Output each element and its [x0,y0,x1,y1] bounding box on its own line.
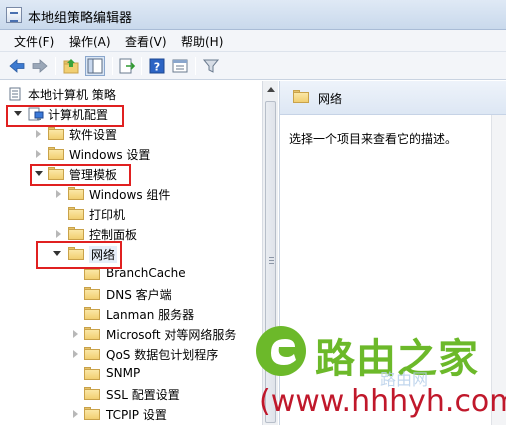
gpedit-app-icon [6,7,22,23]
menu-file[interactable]: 文件(F) [14,33,54,50]
forward-icon[interactable] [31,57,49,75]
menu-bar: 文件(F) 操作(A) 查看(V) 帮助(H) [0,30,506,52]
collapsed-arrow-icon[interactable] [36,129,44,139]
folder-icon [84,387,100,400]
watermark-logo [253,323,309,379]
back-icon[interactable] [8,57,26,75]
watermark: 路由之家 路由网 (www.hhhyh.com) [245,318,506,425]
highlight-box-network [36,241,122,269]
details-description: 选择一个项目来查看它的描述。 [289,132,458,146]
details-header: 网络 [280,81,506,115]
properties-icon[interactable] [171,57,189,75]
toolbar: ? [0,52,506,80]
collapsed-arrow-icon[interactable] [36,149,44,159]
collapsed-arrow-icon[interactable] [73,349,81,359]
tree-label: 软件设置 [69,128,118,142]
menu-view[interactable]: 查看(V) [125,33,167,50]
collapsed-arrow-icon[interactable] [56,229,64,239]
export-list-icon[interactable] [118,57,136,75]
toolbar-separator [195,57,196,75]
window-title: 本地组策略编辑器 [28,11,133,26]
title-bar: 本地组策略编辑器 [0,0,506,30]
tree-label: DNS 客户端 [106,288,172,302]
collapsed-arrow-icon[interactable] [56,189,64,199]
svg-text:?: ? [154,61,160,74]
toolbar-separator [112,57,113,75]
scroll-up-arrow-icon[interactable] [267,87,275,92]
tree-label: 打印机 [89,208,126,222]
show-hide-tree-icon[interactable] [85,56,105,76]
folder-icon [68,187,84,200]
up-folder-icon[interactable] [62,57,80,75]
tree-label: TCPIP 设置 [106,408,167,422]
tree-pane: 本地计算机 策略 计算机配置 软件设置 Windows 设置 管理模板 Wind… [0,81,262,425]
folder-icon [84,287,100,300]
tree-label: QoS 数据包计划程序 [106,348,219,362]
collapsed-arrow-icon[interactable] [73,409,81,419]
policy-computer-icon [9,87,23,101]
watermark-url: (www.hhhyh.com) [259,384,506,419]
tree-label: Windows 组件 [89,188,171,202]
filter-icon[interactable] [202,57,220,75]
tree-label: Microsoft 对等网络服务 [106,328,237,342]
tree-label: Windows 设置 [69,148,151,162]
collapsed-arrow-icon[interactable] [73,329,81,339]
folder-icon [84,327,100,340]
tree-label: SSL 配置设置 [106,388,180,402]
folder-icon [48,147,64,160]
tree-label: 本地计算机 策略 [28,88,116,102]
toolbar-separator [141,57,142,75]
help-icon[interactable]: ? [148,57,166,75]
folder-icon [84,367,100,380]
toolbar-separator [55,57,56,75]
details-header-title: 网络 [318,92,343,106]
folder-icon [68,227,84,240]
menu-help[interactable]: 帮助(H) [181,33,223,50]
folder-icon [48,127,64,140]
highlight-box-admin-templates [30,164,131,186]
folder-icon [84,307,100,320]
folder-icon [68,207,84,220]
menu-action[interactable]: 操作(A) [69,33,111,50]
tree-label: Lanman 服务器 [106,308,195,322]
folder-icon [84,347,100,360]
highlight-box-computer-config [6,105,124,127]
folder-icon [84,407,100,420]
tree-label: SNMP [106,366,141,380]
